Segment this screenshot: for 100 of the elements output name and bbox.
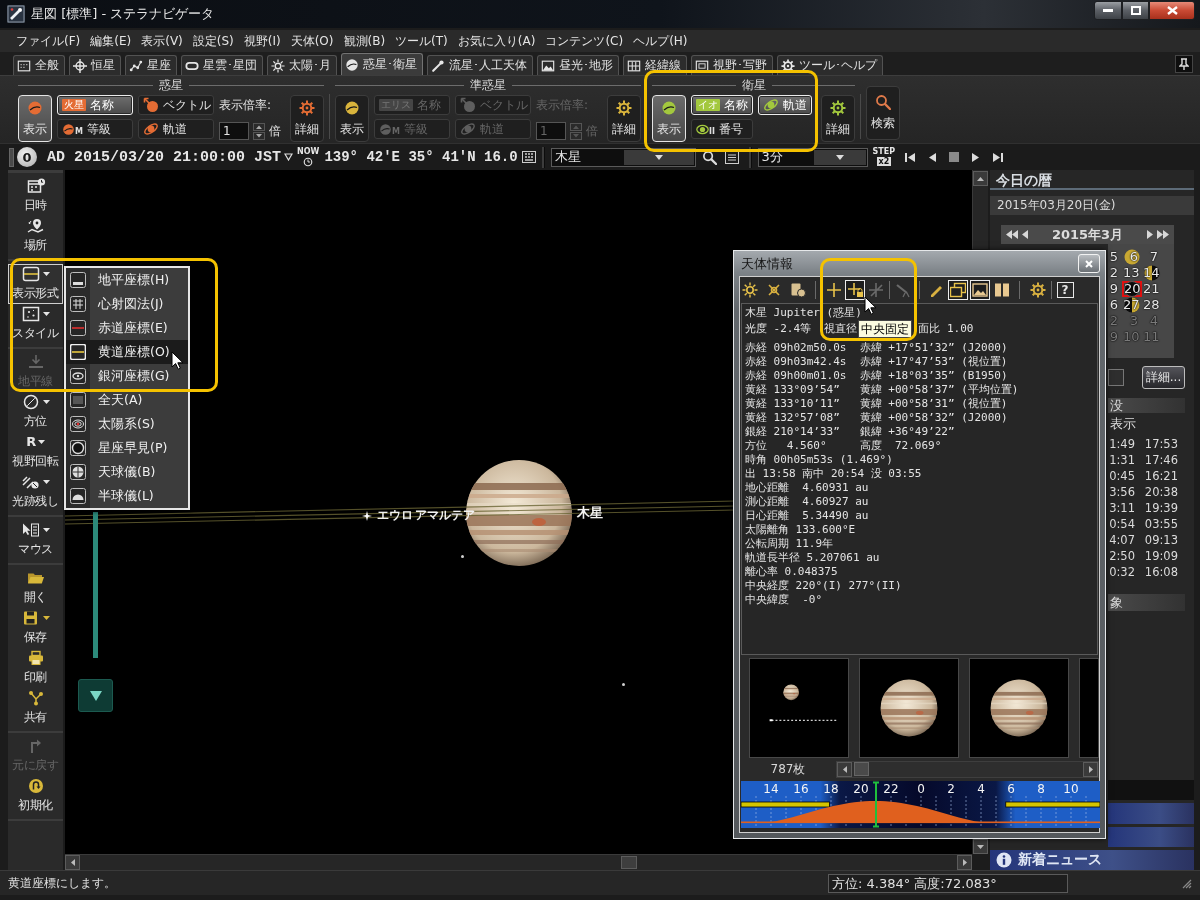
menu-item[interactable]: ヘルプ(H) <box>628 31 693 51</box>
calendar-day[interactable]: 7 <box>1142 249 1162 265</box>
details-button[interactable]: 詳細 <box>607 95 641 142</box>
menu-item[interactable]: 設定(S) <box>187 31 239 51</box>
show-button[interactable]: 表示 <box>652 95 686 142</box>
vertical-scrollbar[interactable] <box>972 170 988 249</box>
search-icon[interactable] <box>701 149 717 165</box>
stop-icon[interactable] <box>949 152 960 162</box>
skip-start-icon[interactable] <box>905 151 917 163</box>
scroll-right-button[interactable] <box>1083 761 1098 777</box>
tool-button[interactable] <box>948 280 968 300</box>
show-button[interactable]: 表示 <box>335 95 369 142</box>
menu-item[interactable]: 観測(B) <box>338 31 391 51</box>
option-button[interactable]: M 等級 <box>57 119 133 139</box>
menu-item[interactable]: 表示(V) <box>136 31 188 51</box>
details-button[interactable]: 詳細 <box>821 95 855 142</box>
menu-item[interactable]: 半球儀(L) <box>66 484 188 508</box>
sidebar-button[interactable]: 表示形式 <box>8 264 63 304</box>
step-back-icon[interactable] <box>928 151 938 163</box>
sidebar-button[interactable]: 保存 <box>8 608 63 648</box>
tab[interactable]: 昼光･地形 <box>537 55 619 75</box>
menu-item[interactable]: コンテンツ(C) <box>540 31 629 51</box>
tab[interactable]: ツール･ヘルプ <box>777 55 883 75</box>
calendar-day[interactable]: 21 <box>1142 281 1162 297</box>
list-icon[interactable] <box>724 150 739 164</box>
calendar-day[interactable]: 6 <box>1108 297 1122 313</box>
show-button[interactable]: 表示 <box>18 95 52 142</box>
scroll-down-button[interactable] <box>973 839 988 854</box>
sidebar-button[interactable]: R 視野回転 <box>8 432 63 472</box>
calendar-day[interactable]: 20 <box>1122 281 1142 297</box>
tool-button[interactable] <box>824 280 844 300</box>
menu-item[interactable]: 銀河座標(G) <box>66 364 188 388</box>
tab[interactable]: 流星･人工天体 <box>427 55 533 75</box>
menu-item[interactable]: ファイル(F) <box>11 31 86 51</box>
tool-button[interactable] <box>970 280 990 300</box>
combo-field[interactable] <box>1108 369 1124 386</box>
menu-item[interactable]: ツール(T) <box>390 31 453 51</box>
tool-button[interactable] <box>740 280 760 300</box>
menu-item[interactable]: 赤道座標(E) <box>66 316 188 340</box>
sidebar-button[interactable]: 開く <box>8 568 63 608</box>
news-bar[interactable]: 新着ニュース <box>990 850 1194 870</box>
scroll-up-button[interactable] <box>973 171 988 186</box>
sidebar-button[interactable]: 方位 <box>8 392 63 432</box>
spin-down-button[interactable] <box>253 131 265 140</box>
tab[interactable]: 経緯線 <box>623 55 687 75</box>
slider-track[interactable] <box>93 512 98 658</box>
calendar-day[interactable]: 9 <box>1108 281 1122 297</box>
scroll-left-button[interactable] <box>837 761 852 777</box>
option-button[interactable]: II 番号 <box>691 119 753 139</box>
grip-handle[interactable] <box>9 147 14 167</box>
scroll-thumb[interactable] <box>854 762 869 776</box>
sidebar-button[interactable]: スタイル <box>8 304 63 344</box>
calendar-day[interactable]: 5 <box>1108 249 1122 265</box>
details-button[interactable]: 詳細 <box>290 95 324 142</box>
tab[interactable]: 惑星･衛星 <box>341 53 423 75</box>
calendar-day[interactable]: 28 <box>1142 297 1162 313</box>
scroll-left-button[interactable] <box>65 855 80 870</box>
option-button[interactable]: イオ 名称 <box>691 95 753 115</box>
option-button[interactable]: ベクトル <box>138 95 214 115</box>
calendar-day[interactable]: 2 <box>1108 265 1122 281</box>
scale-field[interactable]: 1 <box>219 122 249 140</box>
date-time-display[interactable]: AD 2015/03/20 21:00:00 JST <box>47 148 282 166</box>
keypad-icon[interactable] <box>521 151 536 163</box>
sidebar-button[interactable]: 共有 <box>8 688 63 728</box>
menu-item[interactable]: 編集(E) <box>85 31 137 51</box>
pin-button[interactable] <box>1175 54 1193 73</box>
sidebar-button[interactable]: マウス <box>8 520 63 560</box>
scroll-right-button[interactable] <box>957 855 972 870</box>
sidebar-button[interactable]: 印刷 <box>8 648 63 688</box>
object-combo[interactable]: 木星 <box>550 147 696 167</box>
scroll-thumb[interactable] <box>621 856 637 869</box>
tab[interactable]: 視野･写野 <box>691 55 773 75</box>
menu-item[interactable]: 全天(A) <box>66 388 188 412</box>
menu-item[interactable]: 太陽系(S) <box>66 412 188 436</box>
skip-end-icon[interactable] <box>992 151 1004 163</box>
option-button[interactable]: 軌道 <box>138 119 214 139</box>
sidebar-button[interactable]: 光跡残し <box>8 472 63 512</box>
menu-item[interactable]: 心射図法(J) <box>66 292 188 316</box>
double-right-arrow-icon[interactable] <box>1157 230 1169 239</box>
tab[interactable]: 全般 <box>13 55 65 75</box>
menu-item[interactable]: 天体(O) <box>285 31 339 51</box>
maximize-button[interactable] <box>1122 1 1149 20</box>
spin-up-button[interactable] <box>253 122 265 131</box>
collapse-button[interactable] <box>78 679 113 712</box>
menu-item[interactable]: 地平座標(H) <box>66 268 188 292</box>
minimize-button[interactable] <box>1094 1 1122 20</box>
menu-item[interactable]: 視野(I) <box>238 31 286 51</box>
tab[interactable]: 太陽･月 <box>267 55 337 75</box>
tool-button[interactable]: ? <box>1055 280 1075 300</box>
horizontal-scrollbar[interactable] <box>65 854 972 870</box>
calendar-day[interactable]: 13 <box>1122 265 1142 281</box>
horizontal-scrollbar[interactable] <box>836 760 1099 778</box>
right-arrow-icon[interactable] <box>1147 230 1153 239</box>
tab[interactable]: 星雲･星団 <box>181 55 263 75</box>
search-button[interactable]: 検索 <box>866 86 900 140</box>
details-button[interactable]: 詳細... <box>1142 366 1185 389</box>
location-display[interactable]: 139° 42'E 35° 41'N 16.0 <box>324 149 518 165</box>
left-arrow-icon[interactable] <box>1022 230 1028 239</box>
tool-button[interactable] <box>1028 280 1048 300</box>
option-button[interactable]: 火星 名称 <box>57 95 133 115</box>
